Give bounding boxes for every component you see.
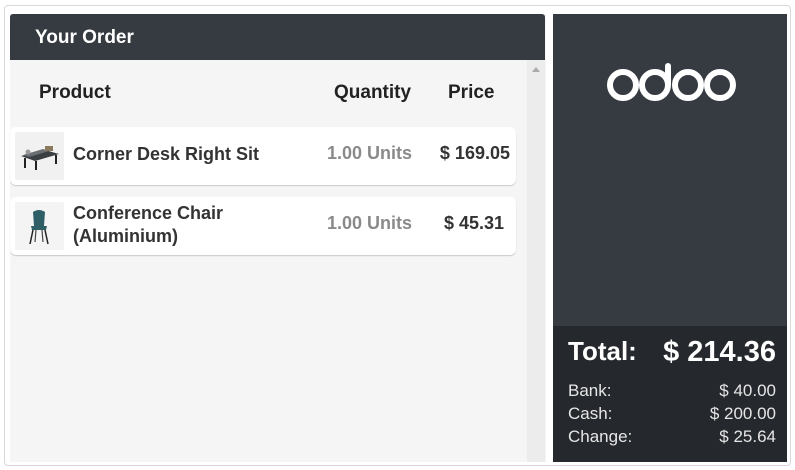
payment-row-change: Change: $ 25.64 bbox=[568, 427, 776, 449]
order-line-product-name: Corner Desk Right Sit bbox=[73, 144, 260, 164]
scroll-up-arrow-icon[interactable] bbox=[532, 67, 540, 72]
column-header-quantity: Quantity bbox=[334, 82, 412, 103]
total-label: Total: bbox=[568, 336, 637, 366]
order-panel: Your Order Product Quantity Price Corner… bbox=[10, 14, 546, 462]
column-header-price: Price bbox=[448, 82, 495, 103]
payment-row-bank: Bank: $ 40.00 bbox=[568, 381, 776, 403]
payment-amount: $ 200.00 bbox=[709, 404, 776, 423]
order-line-quantity: 1.00 Units bbox=[327, 143, 413, 163]
order-line-price: $ 45.31 bbox=[443, 213, 504, 233]
payment-label: Bank: bbox=[568, 381, 612, 400]
side-panel: Total: $ 214.36 Bank: $ 40.00 Cash: $ 20… bbox=[553, 14, 787, 462]
order-line-price: $ 169.05 bbox=[439, 143, 510, 163]
order-line: Corner Desk Right Sit 1.00 Units $ 169.0… bbox=[10, 127, 516, 185]
total-amount: $ 214.36 bbox=[663, 336, 776, 368]
totals-section: Total: $ 214.36 Bank: $ 40.00 Cash: $ 20… bbox=[553, 326, 787, 462]
order-title: Your Order bbox=[10, 14, 545, 60]
column-header-product: Product bbox=[39, 82, 111, 103]
payment-label: Change: bbox=[568, 427, 633, 446]
order-column-headers: Product Quantity Price bbox=[10, 60, 527, 126]
payment-row-cash: Cash: $ 200.00 bbox=[568, 404, 776, 426]
corner-desk-thumbnail-icon bbox=[15, 132, 64, 180]
payment-label: Cash: bbox=[568, 404, 613, 423]
order-scrollbar[interactable] bbox=[527, 60, 545, 462]
order-line-quantity: 1.00 Units bbox=[327, 213, 413, 233]
payment-amount: $ 25.64 bbox=[719, 427, 776, 446]
odoo-logo bbox=[607, 63, 737, 103]
payment-amount: $ 40.00 bbox=[719, 381, 776, 400]
order-line: Conference Chair (Aluminium) 1.00 Units … bbox=[10, 197, 516, 255]
order-line-product-name: Conference Chair (Aluminium) bbox=[73, 203, 224, 246]
conference-chair-thumbnail-icon bbox=[15, 202, 64, 250]
